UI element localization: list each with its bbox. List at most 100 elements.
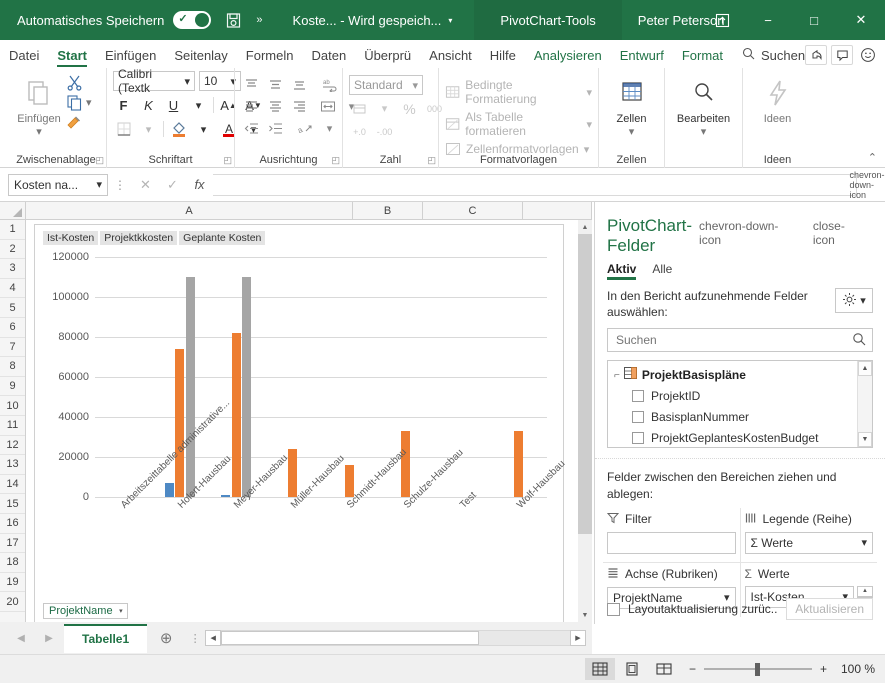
hscroll-right-icon[interactable]: ▶ — [570, 630, 586, 646]
chart-bar[interactable] — [242, 277, 252, 497]
decrease-decimal-button[interactable]: -.00 — [374, 122, 395, 141]
close-button[interactable]: ✕ — [837, 0, 885, 40]
ribbon-tab-hilfe[interactable]: Hilfe — [481, 46, 525, 68]
format-painter-icon[interactable] — [66, 114, 92, 131]
area-filter[interactable]: Filter — [603, 508, 740, 562]
align-center-icon[interactable] — [265, 97, 286, 116]
select-all-corner[interactable] — [0, 202, 26, 219]
smiley-feedback-icon[interactable] — [857, 45, 879, 65]
italic-button[interactable]: K — [138, 95, 159, 115]
pane-search-input[interactable] — [614, 332, 852, 349]
cells-caret-icon[interactable]: ▾ — [629, 125, 635, 138]
cell-canvas[interactable]: Ist-Kosten Projektkkosten Geplante Koste… — [26, 220, 592, 624]
chart-bar[interactable] — [221, 495, 231, 497]
ribbon-tab-start[interactable]: Start — [48, 46, 96, 68]
zoom-in-button[interactable]: + — [820, 662, 827, 676]
defer-layout-checkbox[interactable] — [607, 602, 620, 616]
chart-bar[interactable] — [175, 349, 185, 497]
column-header-c[interactable]: C — [423, 202, 523, 219]
cut-icon[interactable] — [66, 74, 92, 91]
pane-close-icon[interactable]: close-icon — [806, 216, 873, 250]
pane-tab-alle[interactable]: Alle — [652, 262, 672, 280]
fill-color-caret-icon[interactable]: ▾ — [193, 119, 214, 139]
paste-caret-icon[interactable]: ▾ — [36, 125, 42, 138]
pivot-chart[interactable]: Ist-Kosten Projektkkosten Geplante Koste… — [34, 224, 567, 624]
fill-color-icon[interactable] — [168, 119, 189, 139]
ribbon-tab-formeln[interactable]: Formeln — [237, 46, 303, 68]
bold-button[interactable]: F — [113, 95, 134, 115]
field-item-basisplannummer[interactable]: BasisplanNummer — [614, 406, 872, 427]
ribbon-tab-ansicht[interactable]: Ansicht — [420, 46, 481, 68]
borders-caret-icon[interactable]: ▾ — [138, 119, 159, 139]
chart-bar[interactable] — [401, 431, 411, 497]
font-family-select[interactable]: Calibri (Textk ▾ — [113, 67, 195, 95]
row-header[interactable]: 11 — [0, 416, 25, 436]
field-item-projektid[interactable]: ProjektID — [614, 385, 872, 406]
row-header[interactable]: 17 — [0, 534, 25, 554]
autosave-toggle[interactable]: ✓ — [173, 11, 212, 29]
row-header[interactable]: 10 — [0, 396, 25, 416]
row-header[interactable]: 9 — [0, 377, 25, 397]
row-header[interactable]: 1 — [0, 220, 25, 240]
zoom-thumb[interactable] — [754, 662, 760, 676]
add-sheet-button[interactable]: ⊕ — [147, 629, 185, 647]
alignment-dialog-launcher[interactable]: ◰ — [331, 155, 340, 166]
legend-item-geplante-kosten[interactable]: Geplante Kosten — [179, 231, 266, 245]
ribbon-tab-entwurf[interactable]: Entwurf — [611, 46, 673, 68]
tab-overflow-icon[interactable]: ⋮ — [185, 632, 205, 645]
sheet-tab-tabelle1[interactable]: Tabelle1 — [64, 623, 148, 653]
orientation-icon[interactable]: a — [295, 119, 316, 138]
row-header[interactable]: 2 — [0, 240, 25, 260]
conditional-formatting-button[interactable]: Bedingte Formatierung ▾ — [445, 76, 592, 108]
row-header[interactable]: 13 — [0, 455, 25, 475]
search-icon[interactable] — [852, 332, 866, 349]
editing-caret-icon[interactable]: ▾ — [701, 125, 707, 138]
vertical-scroll-thumb[interactable] — [578, 234, 592, 534]
align-left-icon[interactable] — [241, 97, 262, 116]
more-chevrons-icon[interactable]: » — [256, 14, 262, 26]
decrease-indent-icon[interactable] — [241, 119, 262, 138]
align-middle-icon[interactable] — [265, 75, 286, 94]
accounting-caret-icon[interactable]: ▾ — [374, 99, 395, 118]
page-break-view-button[interactable] — [649, 658, 679, 680]
field-list-scrollbar[interactable]: ▲ ▼ — [857, 361, 872, 448]
area-filter-dropzone[interactable] — [607, 531, 736, 554]
chart-bar[interactable] — [288, 449, 298, 497]
field-checkbox[interactable] — [632, 431, 644, 444]
row-header[interactable]: 12 — [0, 436, 25, 456]
ribbon-tab-analysieren[interactable]: Analysieren — [525, 46, 611, 68]
ribbon-tab-einfuegen[interactable]: Einfügen — [96, 46, 165, 68]
field-list-scroll-down-icon[interactable]: ▼ — [858, 432, 872, 448]
pane-tools-button[interactable]: ▾ — [835, 288, 873, 313]
font-dialog-launcher[interactable]: ◰ — [223, 155, 232, 166]
pane-search-box[interactable] — [607, 328, 873, 353]
column-header-b[interactable]: B — [353, 202, 423, 219]
hscroll-thumb[interactable] — [221, 631, 480, 645]
paste-button[interactable]: Einfügen ▾ — [12, 71, 66, 138]
name-box[interactable]: Kosten na... ▾ — [8, 173, 108, 196]
row-header[interactable]: 15 — [0, 494, 25, 514]
orientation-caret-icon[interactable]: ▾ — [319, 119, 340, 138]
cancel-x-icon[interactable]: ✕ — [132, 174, 159, 196]
confirm-check-icon[interactable]: ✓ — [159, 174, 186, 196]
chevron-up-icon[interactable]: ⌃ — [868, 151, 877, 164]
percent-style-button[interactable]: % — [399, 99, 420, 118]
chart-bar[interactable] — [164, 483, 174, 497]
ribbon-search[interactable]: Suchen — [732, 45, 813, 68]
zoom-slider[interactable] — [703, 662, 812, 676]
page-layout-view-button[interactable] — [617, 658, 647, 680]
row-header[interactable]: 14 — [0, 475, 25, 495]
hscroll-left-icon[interactable]: ◀ — [205, 630, 222, 646]
save-icon[interactable] — [225, 12, 242, 29]
copy-caret-icon[interactable]: ▾ — [86, 96, 92, 109]
editing-button[interactable]: Bearbeiten ▾ — [673, 71, 735, 138]
row-header[interactable]: 19 — [0, 573, 25, 593]
zoom-level-label[interactable]: 100 % — [839, 662, 885, 676]
field-checkbox[interactable] — [632, 410, 644, 423]
align-right-icon[interactable] — [289, 97, 310, 116]
hscroll-track[interactable] — [221, 630, 570, 646]
ribbon-tab-daten[interactable]: Daten — [302, 46, 355, 68]
accounting-format-icon[interactable] — [349, 99, 370, 118]
align-bottom-icon[interactable] — [289, 75, 310, 94]
pane-tab-aktiv[interactable]: Aktiv — [607, 262, 637, 280]
